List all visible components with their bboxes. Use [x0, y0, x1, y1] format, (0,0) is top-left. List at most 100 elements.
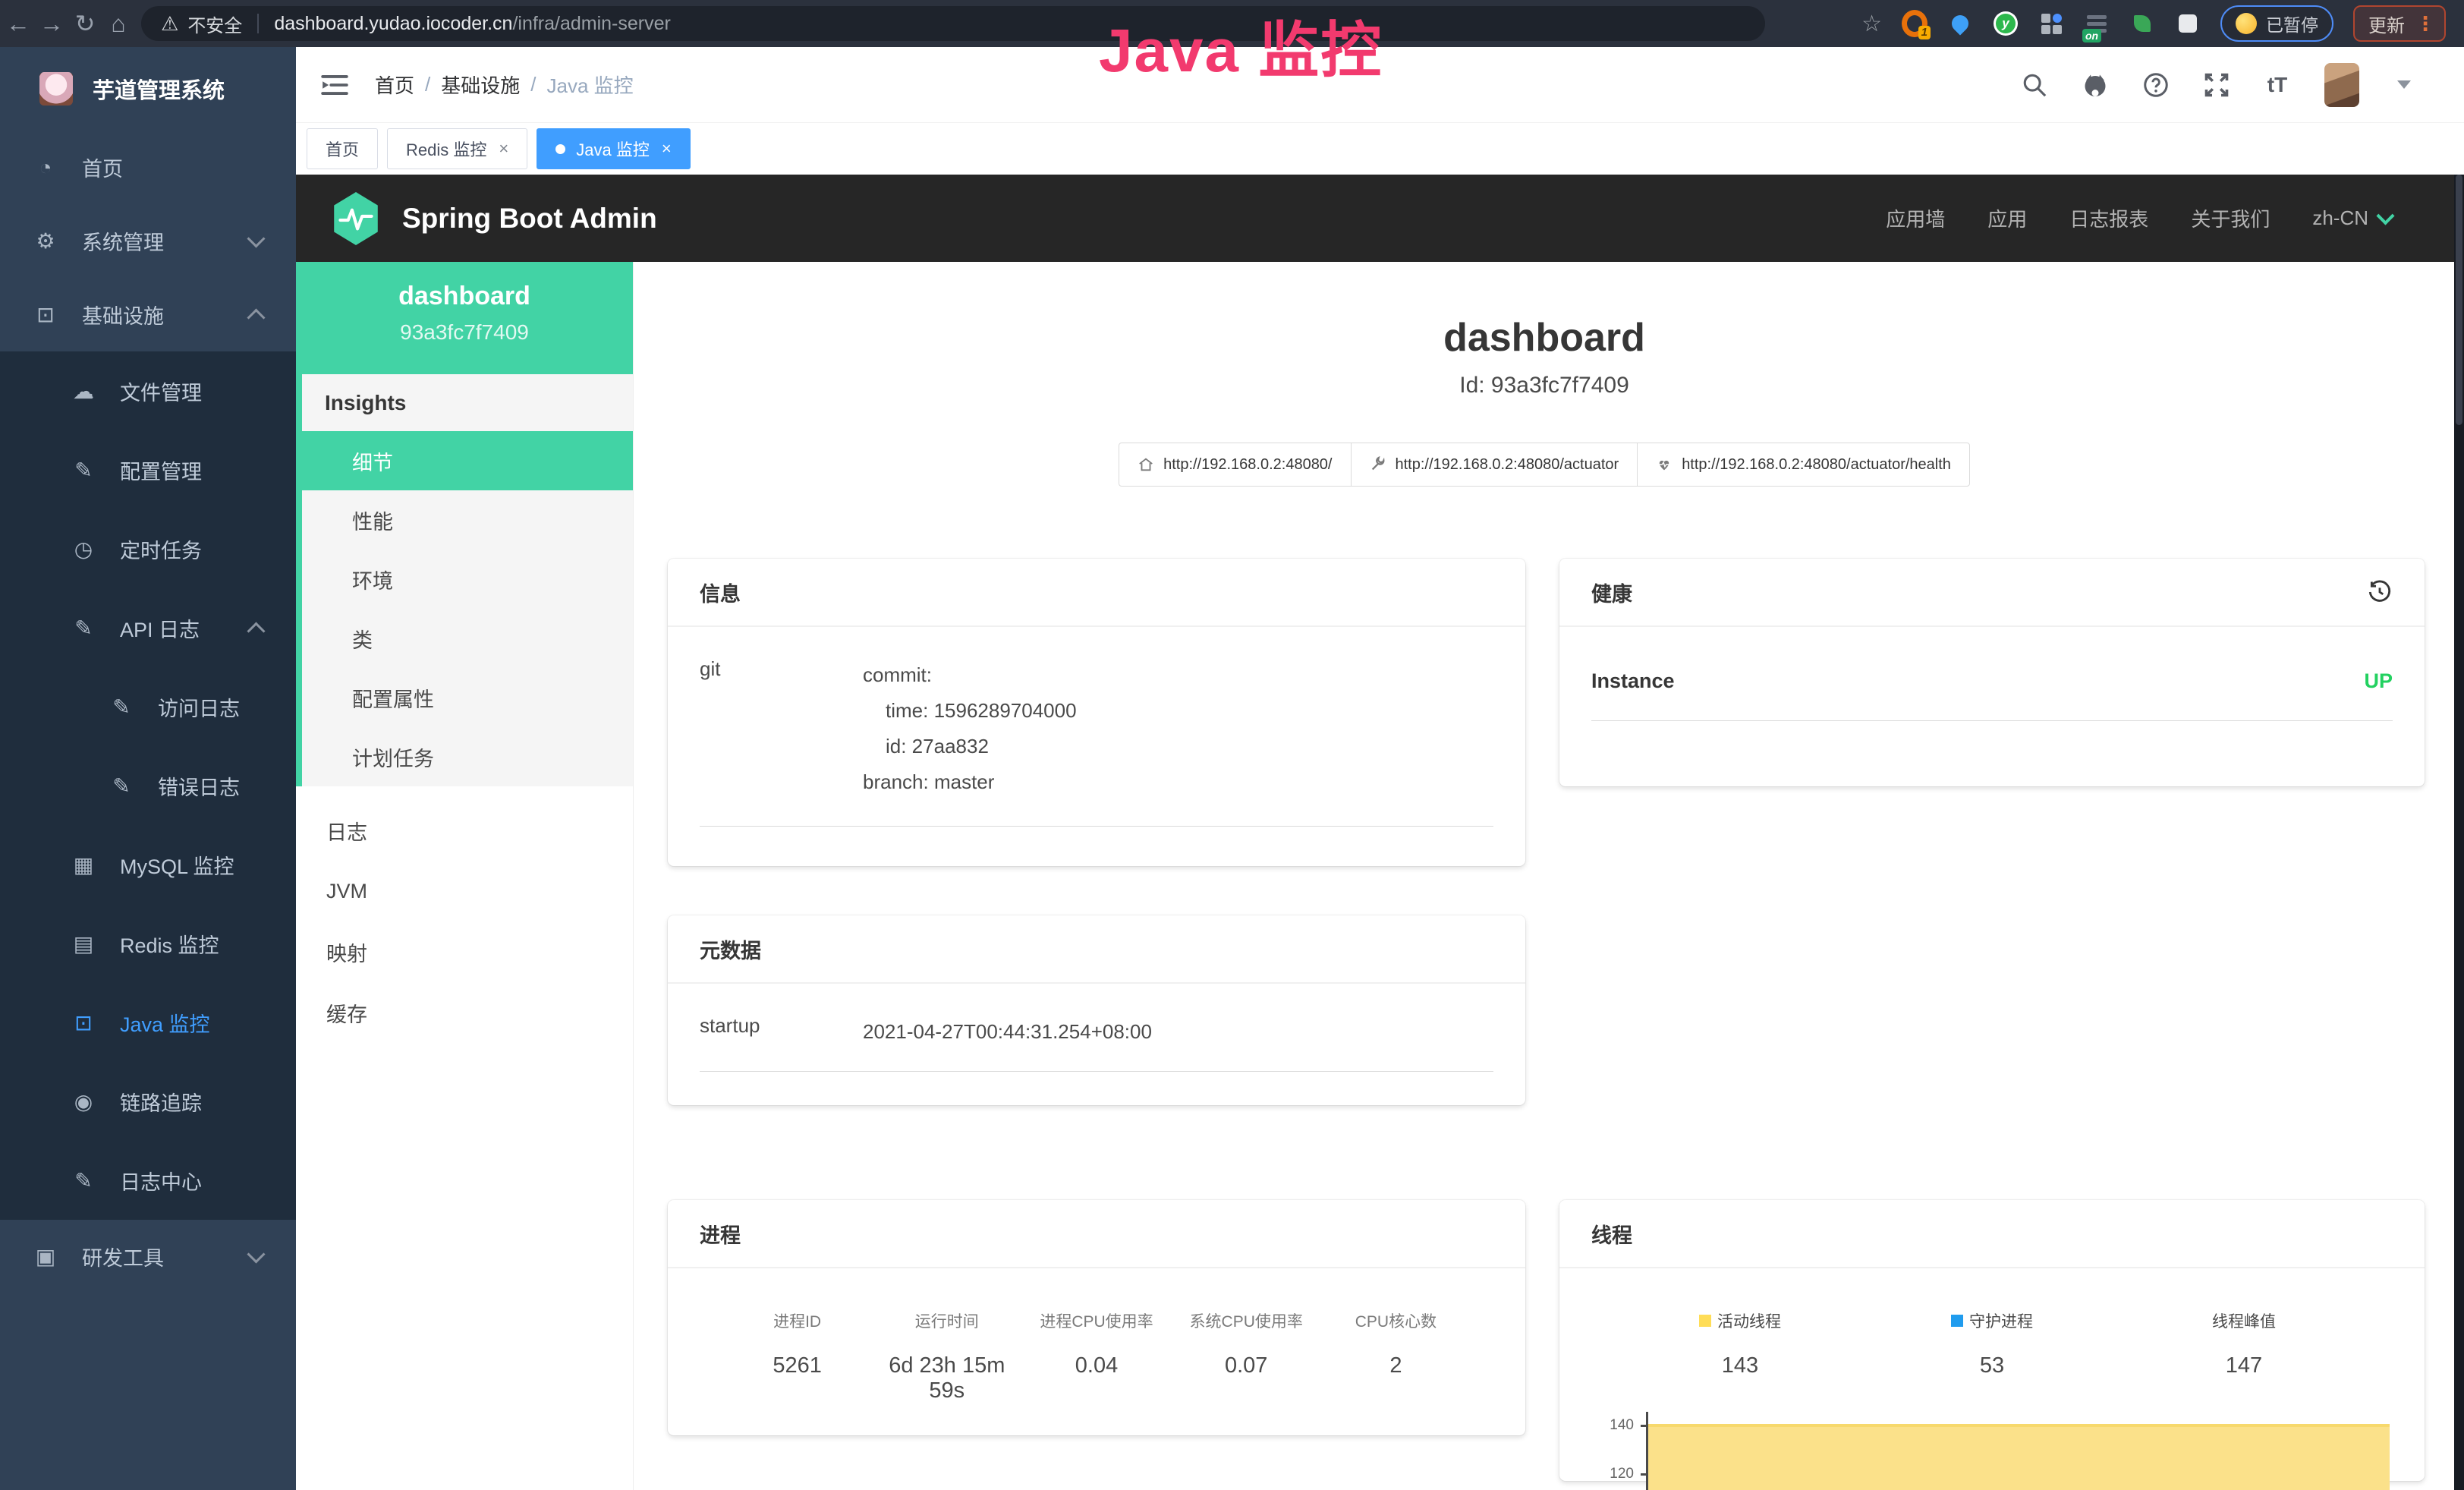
tab-home[interactable]: 首页: [307, 128, 378, 169]
sidebar-collapse-icon[interactable]: [320, 73, 349, 97]
metadata-key: startup: [700, 1014, 863, 1050]
menu-item-classes[interactable]: 类: [302, 609, 633, 668]
service-url-button[interactable]: http://192.168.0.2:48080/: [1119, 443, 1351, 487]
extensions-puzzle-icon[interactable]: [2175, 11, 2201, 36]
info-card-header: 信息: [668, 559, 1525, 627]
scrollbar-thumb[interactable]: [2456, 175, 2462, 425]
spring-boot-admin-logo[interactable]: [331, 191, 381, 247]
bookmark-star-icon[interactable]: ☆: [1861, 11, 1882, 37]
browser-reload-icon[interactable]: ↻: [70, 9, 100, 38]
sidebar-item-config-mgmt[interactable]: ✎ 配置管理: [0, 430, 296, 509]
tick-mark: [1641, 1473, 1648, 1476]
extension-grid-icon[interactable]: [2038, 11, 2064, 36]
health-url-label: http://192.168.0.2:48080/actuator/health: [1682, 456, 1951, 474]
menu-item-logs[interactable]: 日志: [296, 800, 633, 861]
extension-pin-icon[interactable]: [1947, 11, 1973, 36]
close-icon[interactable]: ×: [499, 139, 508, 159]
sidebar-item-file-mgmt[interactable]: ☁ 文件管理: [0, 351, 296, 430]
sidebar-item-tracing[interactable]: ◉ 链路追踪: [0, 1062, 296, 1141]
app-logo-row[interactable]: 芋道管理系统: [0, 47, 296, 131]
extension-leaf-icon[interactable]: [2129, 11, 2155, 36]
menu-item-scheduled-tasks[interactable]: 计划任务: [302, 727, 633, 786]
sidebar-item-home[interactable]: ◔ 首页: [0, 131, 296, 204]
home-icon: [1138, 456, 1154, 473]
address-bar[interactable]: ⚠ 不安全 dashboard.yudao.iocoder.cn /infra/…: [141, 6, 1765, 41]
chrome-update-button[interactable]: 更新 ⋮: [2353, 5, 2446, 42]
url-path[interactable]: /infra/admin-server: [512, 13, 670, 35]
root-menu-group: 日志 JVM 映射 缓存: [296, 786, 633, 1043]
menu-item-config-props[interactable]: 配置属性: [302, 668, 633, 727]
menu-item-environment[interactable]: 环境: [302, 550, 633, 609]
stat-cpus: CPU核心数 2: [1321, 1309, 1471, 1403]
actuator-url-button[interactable]: http://192.168.0.2:48080/actuator: [1351, 443, 1638, 487]
sidebar-item-label: MySQL 监控: [120, 850, 234, 880]
vertical-scrollbar[interactable]: [2454, 175, 2464, 1490]
sidebar-item-java-monitor[interactable]: ⊡ Java 监控: [0, 983, 296, 1062]
process-card: 进程 进程ID 5261 运行时间 6d 23h 15m 59s: [668, 1200, 1525, 1435]
not-secure-label[interactable]: 不安全: [187, 11, 242, 37]
sba-brand-title[interactable]: Spring Boot Admin: [402, 203, 657, 235]
sidebar-item-label: 系统管理: [82, 226, 164, 256]
cloud-upload-icon: ☁: [70, 379, 97, 404]
browser-back-icon[interactable]: ←: [3, 10, 33, 38]
sidebar-item-redis-monitor[interactable]: ▤ Redis 监控: [0, 904, 296, 983]
sba-nav-wallboard[interactable]: 应用墙: [1886, 204, 1945, 232]
chevron-down-icon: [2376, 206, 2394, 225]
stat-value: 0.07: [1172, 1353, 1321, 1378]
y-tick: 120: [1610, 1466, 1634, 1482]
tab-redis-monitor[interactable]: Redis 监控 ×: [387, 128, 527, 169]
url-host[interactable]: dashboard.yudao.iocoder.cn: [274, 13, 512, 35]
menu-item-mappings[interactable]: 映射: [296, 921, 633, 982]
search-icon[interactable]: [2021, 71, 2048, 99]
sba-nav-applications[interactable]: 应用: [1987, 204, 2027, 232]
header-action-icons: tT: [2021, 63, 2411, 107]
sba-nav-about[interactable]: 关于我们: [2191, 204, 2270, 232]
sidebar-item-log-center[interactable]: ✎ 日志中心: [0, 1141, 296, 1220]
close-icon[interactable]: ×: [662, 139, 672, 159]
sba-nav-journal[interactable]: 日志报表: [2069, 204, 2148, 232]
sidebar-item-access-log[interactable]: ✎ 访问日志: [0, 667, 296, 746]
tab-java-monitor[interactable]: Java 监控 ×: [537, 128, 690, 169]
menu-item-metrics[interactable]: 性能: [302, 490, 633, 550]
profile-paused-chip[interactable]: 已暂停: [2220, 5, 2333, 42]
menu-item-caches[interactable]: 缓存: [296, 982, 633, 1043]
fullscreen-icon[interactable]: [2203, 71, 2230, 99]
edit-icon: ✎: [108, 773, 135, 799]
sidebar-item-infra[interactable]: ⊡ 基础设施: [0, 278, 296, 351]
sidebar-item-scheduled-jobs[interactable]: ◷ 定时任务: [0, 509, 296, 588]
sidebar-item-api-log[interactable]: ✎ API 日志: [0, 588, 296, 667]
sidebar-item-mysql-monitor[interactable]: ▦ MySQL 监控: [0, 825, 296, 904]
threads-card-body: 活动线程 143 守护进程 53: [1559, 1268, 2425, 1490]
process-card-body: 进程ID 5261 运行时间 6d 23h 15m 59s 进程CPU使用率 0…: [668, 1268, 1525, 1434]
sidebar-item-label: 文件管理: [120, 376, 202, 406]
help-icon[interactable]: [2142, 71, 2170, 99]
breadcrumb-home[interactable]: 首页: [375, 71, 414, 99]
avatar-caret-icon[interactable]: [2397, 80, 2411, 89]
table-row: git commit: time: 1596289704000 id: 27aa…: [700, 657, 1493, 827]
sidebar-item-error-log[interactable]: ✎ 错误日志: [0, 746, 296, 825]
browser-menu-icon[interactable]: ⋮: [2415, 12, 2435, 36]
health-history-icon[interactable]: [2367, 579, 2393, 605]
briefcase-icon: ▣: [32, 1244, 59, 1269]
instance-header: dashboard 93a3fc7f7409: [296, 262, 633, 374]
stat-value: 143: [1614, 1353, 1866, 1378]
table-row: Instance UP: [1591, 657, 2393, 721]
sidebar-item-dev-tools[interactable]: ▣ 研发工具: [0, 1220, 296, 1293]
browser-home-icon[interactable]: ⌂: [103, 10, 134, 38]
breadcrumb-infra[interactable]: 基础设施: [441, 71, 520, 99]
health-url-button[interactable]: http://192.168.0.2:48080/actuator/health: [1637, 443, 1970, 487]
github-icon[interactable]: [2082, 71, 2109, 99]
font-size-icon[interactable]: tT: [2264, 71, 2291, 99]
browser-forward-icon[interactable]: →: [36, 10, 67, 38]
page-subtitle: Id: 93a3fc7f7409: [634, 373, 2455, 398]
menu-item-jvm[interactable]: JVM: [296, 861, 633, 921]
sba-locale-select[interactable]: zh-CN: [2312, 206, 2392, 230]
user-avatar[interactable]: [2324, 63, 2359, 107]
extension-orange-icon[interactable]: 1: [1902, 11, 1927, 36]
tick-mark: [1641, 1425, 1648, 1427]
menu-item-details[interactable]: 细节: [302, 431, 633, 490]
sidebar-item-system[interactable]: ⚙ 系统管理: [0, 204, 296, 278]
sidebar-item-label: Redis 监控: [120, 929, 219, 959]
extension-tabs-icon[interactable]: on: [2084, 11, 2110, 36]
extension-green-circle-icon[interactable]: y: [1993, 11, 2019, 36]
